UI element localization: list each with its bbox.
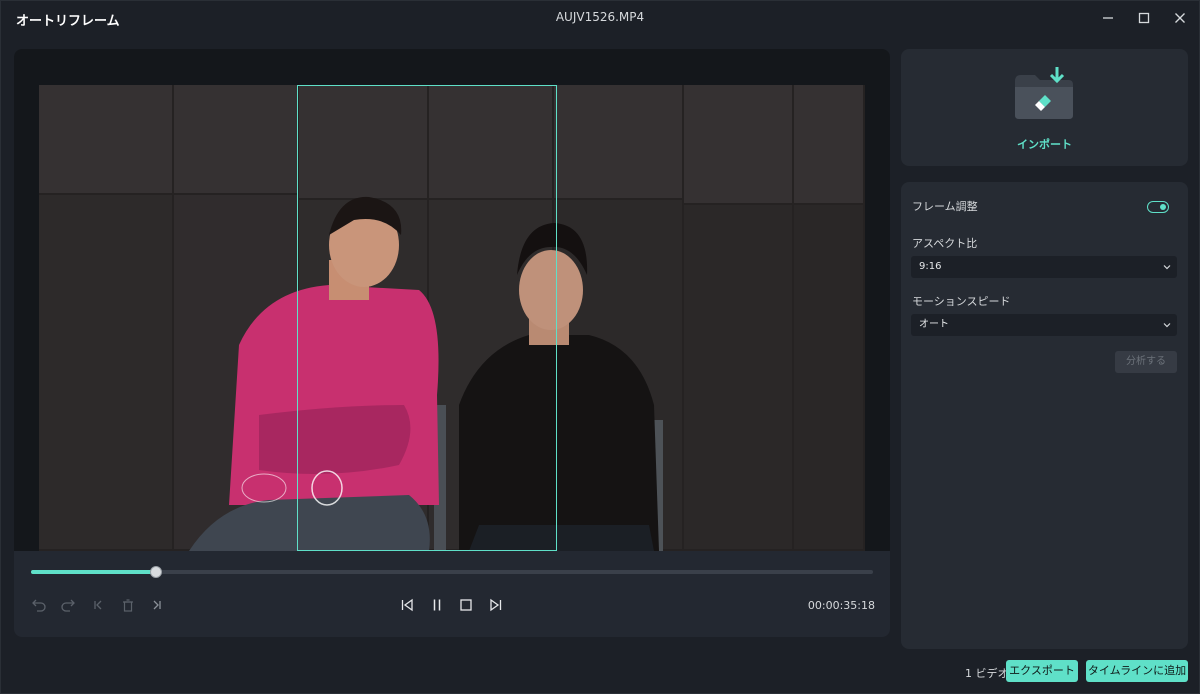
skip-end-button[interactable]: [148, 597, 166, 613]
reframe-crop-box[interactable]: [297, 85, 557, 551]
pause-button[interactable]: [428, 597, 446, 613]
delete-button[interactable]: [119, 597, 137, 613]
import-button[interactable]: インポート: [901, 49, 1188, 166]
aspect-ratio-select[interactable]: 9:16: [911, 256, 1177, 278]
step-forward-icon: [490, 598, 502, 612]
motion-speed-select[interactable]: オート: [911, 314, 1177, 336]
frame-adjust-label: フレーム調整: [912, 200, 978, 213]
undo-button[interactable]: [30, 597, 48, 613]
scrubber-progress: [31, 570, 156, 574]
frame-adjust-toggle[interactable]: [1147, 201, 1169, 213]
aspect-ratio-value: 9:16: [919, 261, 942, 272]
title-bar: オートリフレーム AUJV1526.MP4: [1, 1, 1199, 35]
maximize-icon: [1138, 12, 1150, 24]
redo-icon: [61, 599, 75, 612]
skip-start-button[interactable]: [89, 597, 107, 613]
chevron-down-icon: [1163, 323, 1171, 328]
playback-scrubber[interactable]: [31, 566, 873, 578]
motion-speed-label: モーションスピード: [912, 295, 1011, 308]
minimize-button[interactable]: [1096, 7, 1120, 29]
add-to-timeline-button[interactable]: タイムラインに追加: [1086, 660, 1188, 682]
chevron-down-icon: [1163, 265, 1171, 270]
timecode: 00:00:35:18: [807, 599, 875, 612]
auto-reframe-window: オートリフレーム AUJV1526.MP4 00:00:35:18 インポート …: [0, 0, 1200, 694]
stop-icon: [460, 599, 472, 611]
redo-button[interactable]: [59, 597, 77, 613]
export-button[interactable]: エクスポート: [1006, 660, 1078, 682]
maximize-button[interactable]: [1132, 7, 1156, 29]
settings-panel: フレーム調整 アスペクト比 9:16 モーションスピード オート 分析する: [901, 182, 1188, 649]
video-area: [14, 49, 890, 551]
step-forward-button[interactable]: [487, 597, 505, 613]
toggle-knob: [1160, 203, 1166, 210]
step-back-button[interactable]: [398, 597, 416, 613]
folder-import-icon: [1015, 67, 1073, 119]
stop-button[interactable]: [457, 597, 475, 613]
file-name: AUJV1526.MP4: [555, 10, 645, 24]
analyze-button[interactable]: 分析する: [1115, 351, 1177, 373]
scrubber-handle[interactable]: [149, 566, 162, 578]
video-count: 1 ビデオ: [965, 667, 1009, 680]
motion-speed-value: オート: [919, 319, 949, 330]
pause-icon: [433, 599, 441, 611]
import-label: インポート: [1017, 138, 1072, 151]
undo-icon: [32, 599, 46, 612]
preview-panel: 00:00:35:18: [14, 49, 890, 637]
close-icon: [1175, 13, 1185, 23]
skip-end-icon: [153, 600, 161, 610]
skip-start-icon: [94, 600, 102, 610]
close-button[interactable]: [1168, 7, 1192, 29]
trash-icon: [123, 598, 133, 612]
aspect-ratio-label: アスペクト比: [912, 237, 978, 250]
minimize-icon: [1103, 17, 1113, 19]
step-back-icon: [401, 598, 413, 612]
